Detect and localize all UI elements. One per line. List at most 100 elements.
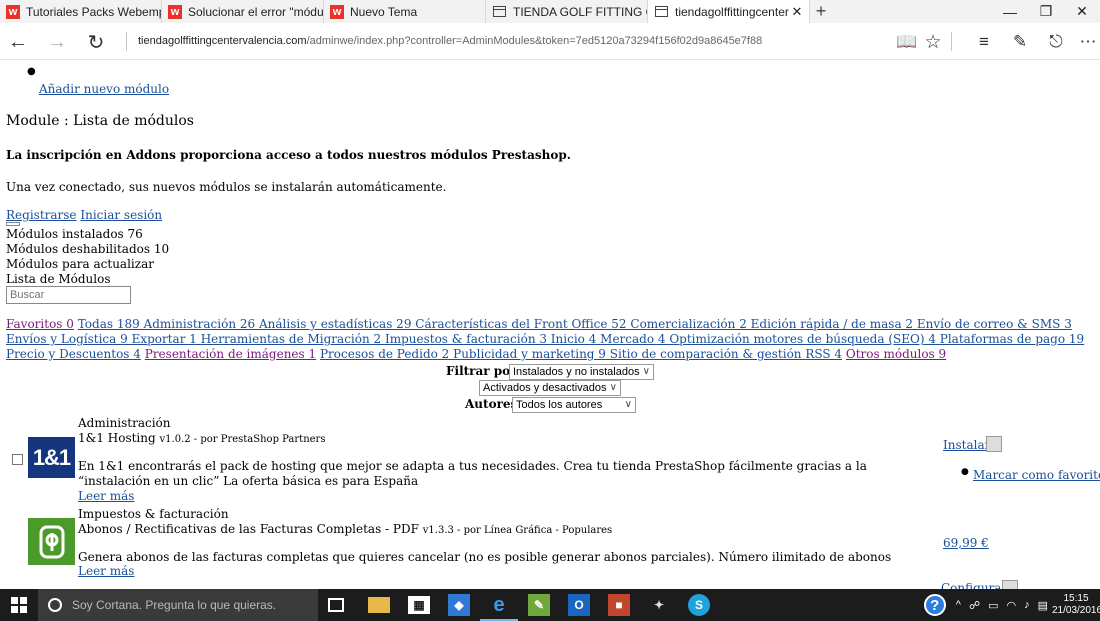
wifi-icon[interactable]: ◠ [1006, 599, 1016, 612]
clock[interactable]: 15:15 21/03/2016 [1052, 593, 1100, 617]
search-input[interactable] [6, 286, 131, 304]
login-link[interactable]: Iniciar sesión [80, 208, 162, 222]
active-status-select[interactable]: Activados y desactivados [479, 380, 621, 396]
more-icon[interactable]: ⋯ [1075, 29, 1100, 55]
w-favicon-icon: w [330, 4, 344, 19]
module-meta: v1.0.2 - por PrestaShop Partners [159, 434, 326, 445]
share-icon[interactable]: ⎋ [1043, 29, 1069, 55]
editor-icon[interactable]: ✎ [528, 594, 550, 616]
category-presentacion[interactable]: Presentación de imágenes 1 [145, 347, 316, 361]
new-tab-icon[interactable]: + [810, 0, 832, 23]
action-dropdown-button[interactable] [986, 436, 1002, 452]
tab-label: Tutoriales Packs Webempre [26, 4, 161, 19]
edge-browser-icon[interactable]: e [480, 594, 518, 621]
module-logo [28, 518, 75, 565]
help-icon[interactable]: ? [923, 594, 946, 616]
task-view-icon[interactable] [328, 598, 344, 612]
file-explorer-icon[interactable] [368, 597, 390, 613]
tab-label: tiendagolffittingcenterv: [675, 4, 789, 19]
mark-favorite-link[interactable]: Marcar como favorito [973, 468, 1100, 482]
bullet-icon: ● [961, 467, 969, 477]
network-icon[interactable]: ☍ [969, 599, 980, 612]
dropbox-icon[interactable]: ◆ [448, 594, 470, 616]
pdf-invoice-icon [39, 525, 64, 558]
browser-tab[interactable]: w Tutoriales Packs Webempre [0, 0, 162, 23]
module-checkbox[interactable] [12, 454, 23, 465]
module-title: 1&1 Hosting v1.0.2 - por PrestaShop Part… [78, 431, 325, 445]
refresh-icon[interactable]: ↻ [83, 29, 109, 55]
address-bar: ← → ↻ tiendagolffittingcentervalencia.co… [0, 23, 1100, 60]
browser-tab-active[interactable]: tiendagolffittingcenterv: ✕ [648, 0, 810, 23]
category-filter-links: Favoritos 0 Todas 189 Administración 26 … [6, 317, 1092, 362]
category-links-more[interactable]: Procesos de Pedido 2 Publicidad y market… [320, 347, 842, 361]
page-content: ● Añadir nuevo módulo Module : Lista de … [0, 60, 1100, 589]
back-icon[interactable]: ← [5, 29, 31, 55]
browser-tab[interactable]: w Solucionar el error "módulo [162, 0, 324, 23]
divider [951, 32, 952, 51]
windows-taskbar: Soy Cortana. Pregunta lo que quieras. ▦ … [0, 589, 1100, 621]
tab-label: Nuevo Tema [350, 4, 418, 19]
module-logo: 1&1 [28, 437, 75, 478]
url-domain: tiendagolffittingcentervalencia.com [138, 35, 307, 47]
volume-icon[interactable]: ♪ [1024, 599, 1030, 611]
register-link[interactable]: Registrarse [6, 208, 77, 222]
hub-icon[interactable]: ≡ [971, 29, 997, 55]
outlook-icon[interactable]: O [568, 594, 590, 616]
bullet-icon: ● [27, 66, 36, 77]
addons-promo-title: La inscripción en Addons proporciona acc… [6, 148, 571, 162]
store-icon[interactable]: ▦ [408, 596, 430, 614]
category-favoritos[interactable]: Favoritos 0 [6, 317, 74, 331]
windows-logo-icon [11, 597, 27, 613]
divider [126, 32, 127, 51]
authors-label: Autores [465, 397, 518, 411]
tab-label: Solucionar el error "módulo [188, 4, 323, 19]
add-module-link[interactable]: Añadir nuevo módulo [39, 82, 169, 96]
forward-icon[interactable]: → [44, 29, 70, 55]
start-button[interactable] [0, 589, 38, 621]
module-description: Genera abonos de las facturas completas … [78, 550, 892, 564]
favorite-star-icon[interactable]: ☆ [920, 29, 946, 55]
battery-icon[interactable]: ▭ [988, 599, 998, 612]
skype-icon[interactable]: S [688, 594, 710, 616]
toggle-box[interactable] [6, 222, 20, 226]
url-path: /adminwe/index.php?controller=AdminModul… [306, 35, 763, 47]
category-otros[interactable]: Otros módulos 9 [846, 347, 946, 361]
restore-icon[interactable]: ❐ [1028, 0, 1064, 23]
configure-link[interactable]: Configurar [941, 581, 1007, 589]
settings-app-icon[interactable]: ✦ [648, 594, 670, 616]
price-link[interactable]: 69,99 € [943, 536, 989, 550]
browser-tab[interactable]: w Nuevo Tema [324, 0, 486, 23]
install-link[interactable]: Instalar [943, 438, 990, 452]
w-favicon-icon: w [168, 4, 182, 19]
paint-icon[interactable]: ■ [608, 594, 630, 616]
close-window-icon[interactable]: ✕ [1064, 0, 1100, 23]
module-list-label: Lista de Módulos [6, 272, 111, 286]
page-title: Module : Lista de módulos [6, 113, 194, 129]
module-meta: v1.3.3 - por Línea Gráfica - Populares [422, 525, 613, 536]
read-more-link[interactable]: Leer más [78, 489, 134, 503]
page-icon [493, 6, 506, 17]
browser-tab[interactable]: TIENDA GOLF FITTING CENT [486, 0, 648, 23]
w-favicon-icon: w [6, 4, 20, 19]
update-count: Módulos para actualizar [6, 257, 154, 271]
minimize-icon[interactable]: — [992, 0, 1028, 23]
installed-count: Módulos instalados 76 [6, 227, 143, 241]
module-name: Abonos / Rectificativas de las Facturas … [78, 522, 419, 536]
tab-label: TIENDA GOLF FITTING CENT [513, 4, 647, 19]
module-name: 1&1 Hosting [78, 431, 156, 445]
module-description: En 1&1 encontrarás el pack de hosting qu… [78, 459, 867, 488]
read-more-link[interactable]: Leer más [78, 564, 134, 578]
cortana-search-box[interactable]: Soy Cortana. Pregunta lo que quieras. [38, 589, 318, 621]
page-icon [655, 6, 668, 17]
action-dropdown-button[interactable] [1002, 580, 1018, 589]
notifications-icon[interactable]: ▤ [1038, 599, 1048, 612]
url-field[interactable]: tiendagolffittingcentervalencia.com/admi… [138, 35, 762, 47]
system-tray: ? ^ ☍ ▭ ◠ ♪ ▤ 15:15 21/03/2016 [923, 589, 1100, 621]
web-note-icon[interactable]: ✎ [1007, 29, 1033, 55]
install-status-select[interactable]: Instalados y no instalados [509, 364, 654, 380]
close-tab-icon[interactable]: ✕ [789, 4, 805, 20]
reading-view-icon[interactable]: 📖 [894, 29, 920, 55]
browser-tab-bar: w Tutoriales Packs Webempre w Solucionar… [0, 0, 1100, 23]
chevron-up-icon[interactable]: ^ [956, 599, 961, 611]
authors-select[interactable]: Todos los autores [512, 397, 636, 413]
